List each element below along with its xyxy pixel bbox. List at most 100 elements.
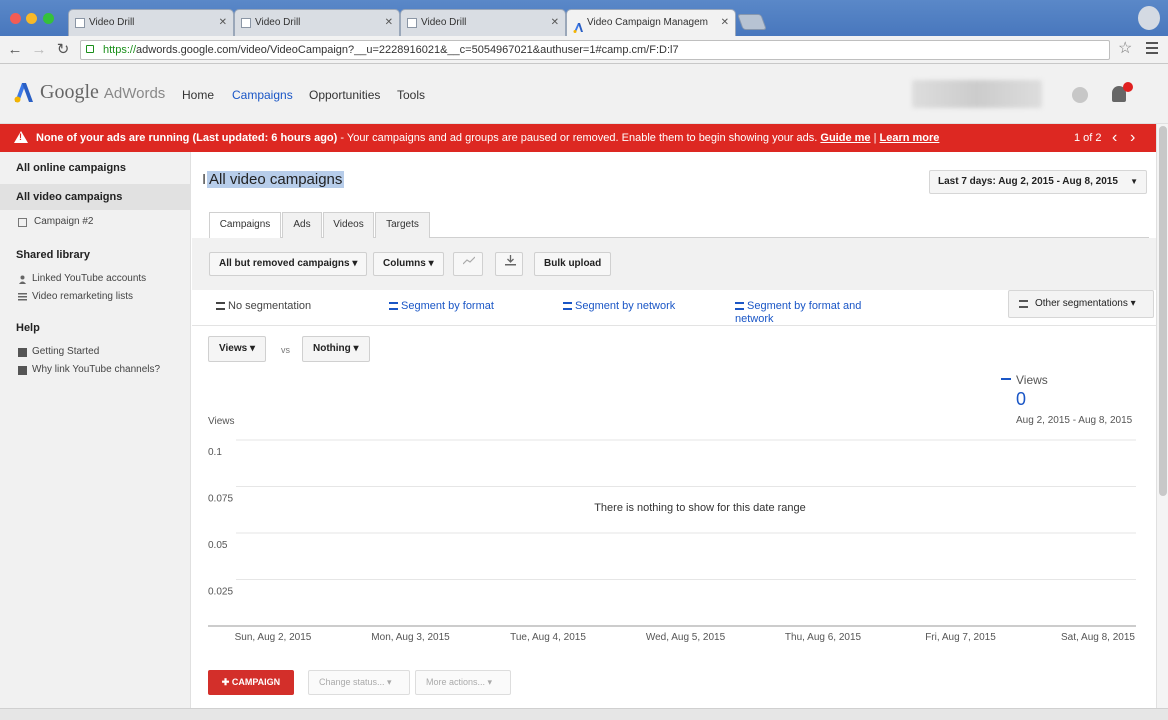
caret-down-icon: ▾ bbox=[249, 343, 255, 354]
segment-by-format-label: Segment by format bbox=[401, 300, 494, 312]
metric-2-dropdown[interactable]: Nothing ▾ bbox=[302, 336, 370, 362]
url-bar[interactable]: https://adwords.google.com/video/VideoCa… bbox=[80, 40, 1110, 60]
reload-icon[interactable]: ↻ bbox=[54, 41, 72, 59]
segment-icon bbox=[1019, 300, 1028, 308]
x-tick-label: Fri, Aug 7, 2015 bbox=[925, 632, 996, 643]
bulk-upload-button[interactable]: Bulk upload bbox=[534, 252, 612, 276]
sidebar-item-campaign-2[interactable]: Campaign #2 bbox=[34, 216, 93, 227]
tab-videos[interactable]: Videos bbox=[323, 212, 374, 238]
change-status-dropdown[interactable]: Change status... ▾ bbox=[308, 670, 410, 695]
other-segmentations-dropdown[interactable]: Other segmentations ▾ bbox=[1008, 290, 1154, 318]
campaign-button-label: CAMPAIGN bbox=[231, 677, 281, 687]
guide-me-link[interactable]: Guide me bbox=[820, 132, 870, 144]
campaign-icon bbox=[18, 218, 27, 227]
gear-icon[interactable] bbox=[1072, 87, 1088, 103]
legend-swatch bbox=[1001, 378, 1011, 380]
x-tick-label: Wed, Aug 5, 2015 bbox=[646, 632, 726, 643]
text-cursor-icon: I bbox=[202, 171, 207, 188]
adwords-icon bbox=[573, 18, 583, 33]
segment-icon bbox=[563, 302, 572, 310]
logo-google: Google bbox=[40, 81, 99, 103]
sidebar: All online campaigns All video campaigns… bbox=[0, 152, 191, 708]
browser-tab-1[interactable]: Video Drill ✕ bbox=[68, 9, 234, 36]
back-arrow-icon[interactable]: ← bbox=[6, 41, 24, 59]
legend-total-value: 0 bbox=[1016, 389, 1027, 409]
bookmark-star-icon[interactable]: ☆ bbox=[1118, 38, 1132, 58]
chevron-left-icon[interactable]: ‹ bbox=[1112, 124, 1117, 152]
segment-by-format-and-network-link[interactable]: Segment by format and network bbox=[735, 300, 885, 326]
more-actions-dropdown[interactable]: More actions... ▾ bbox=[415, 670, 511, 695]
caret-down-icon: ▾ bbox=[352, 258, 358, 269]
scrollbar-thumb[interactable] bbox=[1159, 126, 1167, 496]
logo[interactable]: Google AdWords bbox=[40, 81, 165, 104]
nav-campaigns[interactable]: Campaigns bbox=[232, 88, 293, 102]
columns-label: Columns bbox=[383, 258, 426, 269]
browser-tab-2[interactable]: Video Drill ✕ bbox=[234, 9, 400, 36]
page-icon bbox=[407, 18, 417, 28]
sidebar-item-why-link-youtube[interactable]: Why link YouTube channels? bbox=[32, 364, 160, 375]
tab-ads[interactable]: Ads bbox=[282, 212, 322, 238]
page-icon bbox=[75, 18, 85, 28]
download-icon bbox=[505, 255, 516, 266]
x-tick-label: Thu, Aug 6, 2015 bbox=[785, 632, 862, 643]
close-icon[interactable]: ✕ bbox=[551, 10, 559, 35]
no-segmentation-label: No segmentation bbox=[228, 300, 312, 312]
hamburger-menu-icon[interactable] bbox=[1146, 42, 1158, 57]
metric-1-dropdown[interactable]: Views ▾ bbox=[208, 336, 266, 362]
y-tick-label: 0.025 bbox=[208, 587, 233, 598]
date-range-label: Last 7 days: Aug 2, 2015 - Aug 8, 2015 bbox=[938, 176, 1118, 187]
nav-tools[interactable]: Tools bbox=[397, 88, 425, 102]
alert-body-text: - Your campaigns and ad groups are pause… bbox=[337, 132, 818, 144]
alert-separator: | bbox=[873, 132, 877, 144]
segment-by-format-link[interactable]: Segment by format bbox=[389, 300, 494, 313]
y-tick-label: 0.05 bbox=[208, 540, 228, 551]
caret-down-icon: ▾ bbox=[1130, 298, 1136, 309]
nav-home[interactable]: Home bbox=[182, 88, 214, 102]
segment-by-network-link[interactable]: Segment by network bbox=[563, 300, 675, 313]
sidebar-item-linked-youtube[interactable]: Linked YouTube accounts bbox=[32, 273, 146, 284]
chart-toggle-button[interactable] bbox=[453, 252, 483, 276]
no-segmentation[interactable]: No segmentation bbox=[216, 300, 311, 313]
sidebar-all-video-campaigns[interactable]: All video campaigns bbox=[16, 191, 122, 203]
nav-opportunities[interactable]: Opportunities bbox=[309, 88, 380, 102]
caret-down-icon: ▾ bbox=[428, 258, 434, 269]
url-scheme: https:// bbox=[103, 44, 137, 56]
close-icon[interactable]: ✕ bbox=[385, 10, 393, 35]
browser-tab-4[interactable]: Video Campaign Managem ✕ bbox=[566, 9, 736, 36]
browser-tab-3[interactable]: Video Drill ✕ bbox=[400, 9, 566, 36]
help-doc-icon bbox=[18, 348, 27, 357]
segment-by-network-label: Segment by network bbox=[575, 300, 676, 312]
x-tick-label: Sun, Aug 2, 2015 bbox=[235, 632, 312, 643]
caret-down-icon: ▾ bbox=[353, 343, 359, 354]
chevron-right-icon[interactable]: › bbox=[1130, 124, 1135, 152]
alert-pager: 1 of 2 bbox=[1074, 132, 1102, 144]
list-icon bbox=[18, 292, 27, 301]
legend-series-name: Views bbox=[1016, 373, 1048, 387]
tab-campaigns[interactable]: Campaigns bbox=[209, 212, 281, 239]
page-scrollbar[interactable] bbox=[1156, 124, 1168, 710]
sidebar-item-remarketing-lists[interactable]: Video remarketing lists bbox=[32, 291, 133, 302]
other-segmentations-label: Other segmentations bbox=[1035, 298, 1128, 309]
forward-arrow-icon[interactable]: → bbox=[30, 41, 48, 59]
sidebar-item-getting-started[interactable]: Getting Started bbox=[32, 346, 99, 357]
tab-targets[interactable]: Targets bbox=[375, 212, 430, 238]
minimize-window-button[interactable] bbox=[26, 13, 37, 24]
add-campaign-button[interactable]: ✚ CAMPAIGN bbox=[208, 670, 294, 695]
logo-product: AdWords bbox=[103, 85, 166, 102]
y-tick-label: 0.1 bbox=[208, 447, 222, 458]
learn-more-link[interactable]: Learn more bbox=[880, 132, 940, 144]
close-window-button[interactable] bbox=[10, 13, 21, 24]
sidebar-all-online-campaigns[interactable]: All online campaigns bbox=[16, 162, 126, 174]
close-icon[interactable]: ✕ bbox=[219, 10, 227, 35]
campaign-filter-dropdown[interactable]: All but removed campaigns ▾ bbox=[209, 252, 368, 276]
zoom-window-button[interactable] bbox=[43, 13, 54, 24]
download-button[interactable] bbox=[495, 252, 523, 276]
close-icon[interactable]: ✕ bbox=[721, 10, 729, 35]
x-tick-label: Sat, Aug 8, 2015 bbox=[1061, 632, 1135, 643]
new-tab-button[interactable] bbox=[737, 14, 767, 30]
columns-dropdown[interactable]: Columns ▾ bbox=[373, 252, 444, 276]
account-switcher[interactable] bbox=[912, 80, 1042, 108]
y-axis-label: Views bbox=[208, 416, 235, 427]
date-range-picker[interactable]: Last 7 days: Aug 2, 2015 - Aug 8, 2015 ▼ bbox=[929, 170, 1147, 194]
alert-message: None of your ads are running (Last updat… bbox=[36, 124, 939, 152]
